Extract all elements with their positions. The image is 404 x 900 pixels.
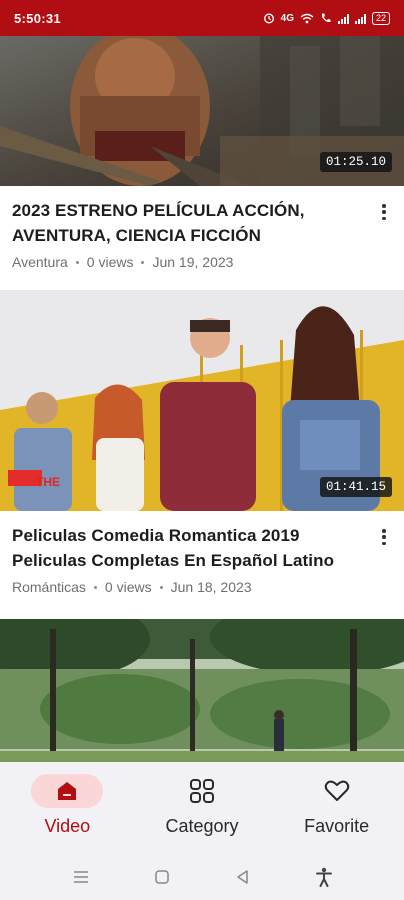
nav-item-favorite[interactable]: Favorite bbox=[269, 762, 404, 854]
menu-lines-icon bbox=[73, 871, 88, 883]
system-navigation-bar bbox=[0, 854, 404, 900]
meta-separator bbox=[75, 260, 79, 264]
alarm-icon bbox=[263, 13, 274, 24]
nav-icon-wrap bbox=[166, 774, 238, 808]
status-bar: 5:50:31 4G 22 bbox=[0, 0, 404, 36]
signal-icon bbox=[337, 13, 349, 24]
back-button[interactable] bbox=[231, 865, 255, 889]
video-thumbnail[interactable]: THE 01:41.15 bbox=[0, 290, 404, 511]
video-views: 0 views bbox=[104, 579, 152, 595]
status-time: 5:50:31 bbox=[14, 10, 61, 26]
video-views: 0 views bbox=[86, 254, 134, 270]
accessibility-button[interactable] bbox=[312, 865, 336, 889]
video-card[interactable]: 01:25.10 2023 ESTRENO PELÍCULA ACCIÓN, A… bbox=[0, 36, 404, 290]
video-title[interactable]: Peliculas Comedia Romantica 2019 Pelicul… bbox=[12, 523, 360, 573]
video-date: Jun 19, 2023 bbox=[152, 254, 234, 270]
square-icon bbox=[154, 870, 169, 884]
video-meta: Aventura 0 views Jun 19, 2023 bbox=[12, 254, 360, 270]
signal-icon-2 bbox=[354, 13, 366, 24]
network-type: 4G bbox=[280, 12, 294, 24]
call-icon bbox=[321, 13, 331, 23]
nav-icon-wrap bbox=[301, 774, 373, 808]
video-info[interactable]: Peliculas Comedia Romantica 2019 Pelicul… bbox=[0, 511, 404, 619]
grid-icon bbox=[190, 779, 214, 803]
svg-text:THE: THE bbox=[36, 475, 60, 489]
meta-separator bbox=[93, 585, 97, 589]
accessibility-icon bbox=[315, 867, 332, 887]
wifi-icon bbox=[300, 13, 314, 23]
video-category: Románticas bbox=[12, 579, 86, 595]
home-button[interactable] bbox=[150, 865, 174, 889]
video-feed[interactable]: 01:25.10 2023 ESTRENO PELÍCULA ACCIÓN, A… bbox=[0, 36, 404, 762]
more-options-icon[interactable] bbox=[376, 527, 392, 547]
video-card[interactable] bbox=[0, 619, 404, 762]
heart-icon bbox=[324, 780, 349, 801]
video-date: Jun 18, 2023 bbox=[170, 579, 252, 595]
video-meta: Románticas 0 views Jun 18, 2023 bbox=[12, 579, 360, 595]
nav-label-category: Category bbox=[165, 816, 239, 836]
status-icons: 4G 22 bbox=[263, 11, 390, 25]
nav-active-indicator bbox=[31, 774, 104, 808]
nav-label-favorite: Favorite bbox=[304, 816, 370, 836]
thumbnail-image-park bbox=[0, 619, 404, 762]
triangle-back-icon bbox=[236, 870, 248, 884]
video-title[interactable]: 2023 ESTRENO PELÍCULA ACCIÓN, AVENTURA, … bbox=[12, 198, 360, 248]
battery-icon: 22 bbox=[371, 11, 390, 25]
nav-item-video[interactable]: Video bbox=[0, 762, 135, 854]
bottom-navigation: Video Category Favorite bbox=[0, 762, 404, 854]
nav-label-video: Video bbox=[44, 816, 91, 836]
recents-button[interactable] bbox=[69, 865, 93, 889]
meta-separator bbox=[141, 260, 145, 264]
video-info[interactable]: 2023 ESTRENO PELÍCULA ACCIÓN, AVENTURA, … bbox=[0, 186, 404, 290]
video-duration: 01:25.10 bbox=[319, 152, 392, 172]
meta-separator bbox=[159, 585, 163, 589]
more-options-icon[interactable] bbox=[376, 202, 392, 222]
nav-item-category[interactable]: Category bbox=[135, 762, 270, 854]
video-thumbnail[interactable]: 01:25.10 bbox=[0, 36, 404, 186]
video-duration: 01:41.15 bbox=[319, 477, 392, 497]
home-icon bbox=[58, 782, 77, 800]
video-thumbnail[interactable] bbox=[0, 619, 404, 762]
video-category: Aventura bbox=[12, 254, 68, 270]
video-card[interactable]: THE 01:41.15 Peliculas Comedia Romantica… bbox=[0, 290, 404, 619]
